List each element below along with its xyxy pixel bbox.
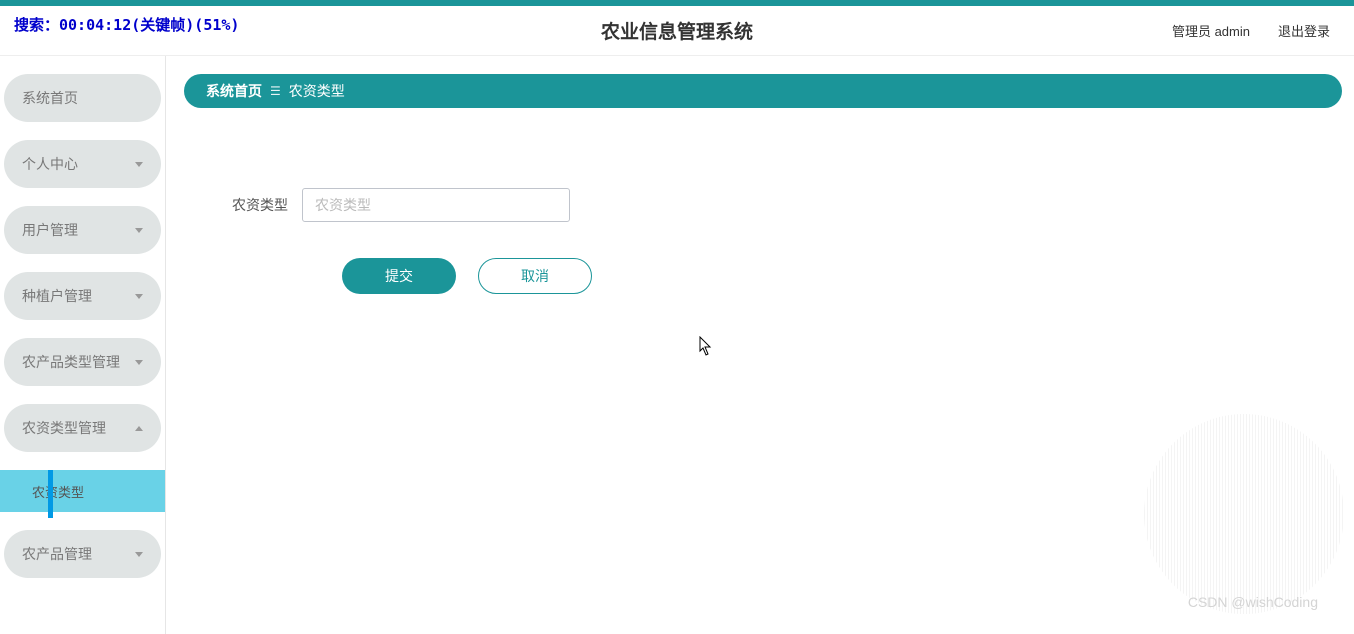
watermark-pattern <box>1144 414 1344 614</box>
sidebar-item-home[interactable]: 系统首页 <box>4 74 161 122</box>
sidebar-item-supply-type-mgmt[interactable]: 农资类型管理 <box>4 404 161 452</box>
sidebar-item-label: 系统首页 <box>22 88 78 108</box>
sidebar-item-label: 种植户管理 <box>22 286 92 306</box>
sidebar-subitem-supply-type[interactable]: 农资类型 <box>0 470 165 512</box>
breadcrumb-separator-icon: ☰ <box>270 84 281 98</box>
cursor-icon <box>696 336 714 363</box>
field-label: 农资类型 <box>232 195 288 215</box>
sidebar-subitem-label: 农资类型 <box>32 482 84 501</box>
breadcrumb: 系统首页 ☰ 农资类型 <box>184 74 1342 108</box>
sidebar-item-product-mgmt[interactable]: 农产品管理 <box>4 530 161 578</box>
sidebar: 系统首页 个人中心 用户管理 种植户管理 农产品类型管理 农资类型管理 农资类型… <box>0 56 166 634</box>
app-title: 农业信息管理系统 <box>601 17 753 44</box>
breadcrumb-current: 农资类型 <box>289 81 345 101</box>
supply-type-input[interactable] <box>302 188 570 222</box>
logout-link[interactable]: 退出登录 <box>1278 21 1330 40</box>
sidebar-item-product-type-mgmt[interactable]: 农产品类型管理 <box>4 338 161 386</box>
form-area: 农资类型 提交 取消 <box>184 188 1342 294</box>
recording-overlay: 搜索：00:04:12(关键帧)(51%) <box>14 14 239 35</box>
submit-button[interactable]: 提交 <box>342 258 456 294</box>
sidebar-item-user-mgmt[interactable]: 用户管理 <box>4 206 161 254</box>
header-right: 管理员 admin 退出登录 <box>1172 21 1330 40</box>
sidebar-item-profile[interactable]: 个人中心 <box>4 140 161 188</box>
sidebar-item-label: 农产品管理 <box>22 544 92 564</box>
sidebar-item-label: 农产品类型管理 <box>22 352 120 372</box>
header: 搜索：00:04:12(关键帧)(51%) 农业信息管理系统 管理员 admin… <box>0 6 1354 56</box>
cancel-button[interactable]: 取消 <box>478 258 592 294</box>
sidebar-item-label: 用户管理 <box>22 220 78 240</box>
button-row: 提交 取消 <box>232 258 1342 294</box>
sidebar-item-label: 农资类型管理 <box>22 418 106 438</box>
sidebar-item-grower-mgmt[interactable]: 种植户管理 <box>4 272 161 320</box>
watermark-text: CSDN @wishCoding <box>1188 594 1318 610</box>
user-label[interactable]: 管理员 admin <box>1172 21 1250 40</box>
sidebar-item-label: 个人中心 <box>22 154 78 174</box>
breadcrumb-home[interactable]: 系统首页 <box>206 81 262 101</box>
content: 系统首页 ☰ 农资类型 农资类型 提交 取消 CSDN @wishCoding <box>166 56 1354 634</box>
form-row-supply-type: 农资类型 <box>232 188 1342 222</box>
main: 系统首页 个人中心 用户管理 种植户管理 农产品类型管理 农资类型管理 农资类型… <box>0 56 1354 634</box>
